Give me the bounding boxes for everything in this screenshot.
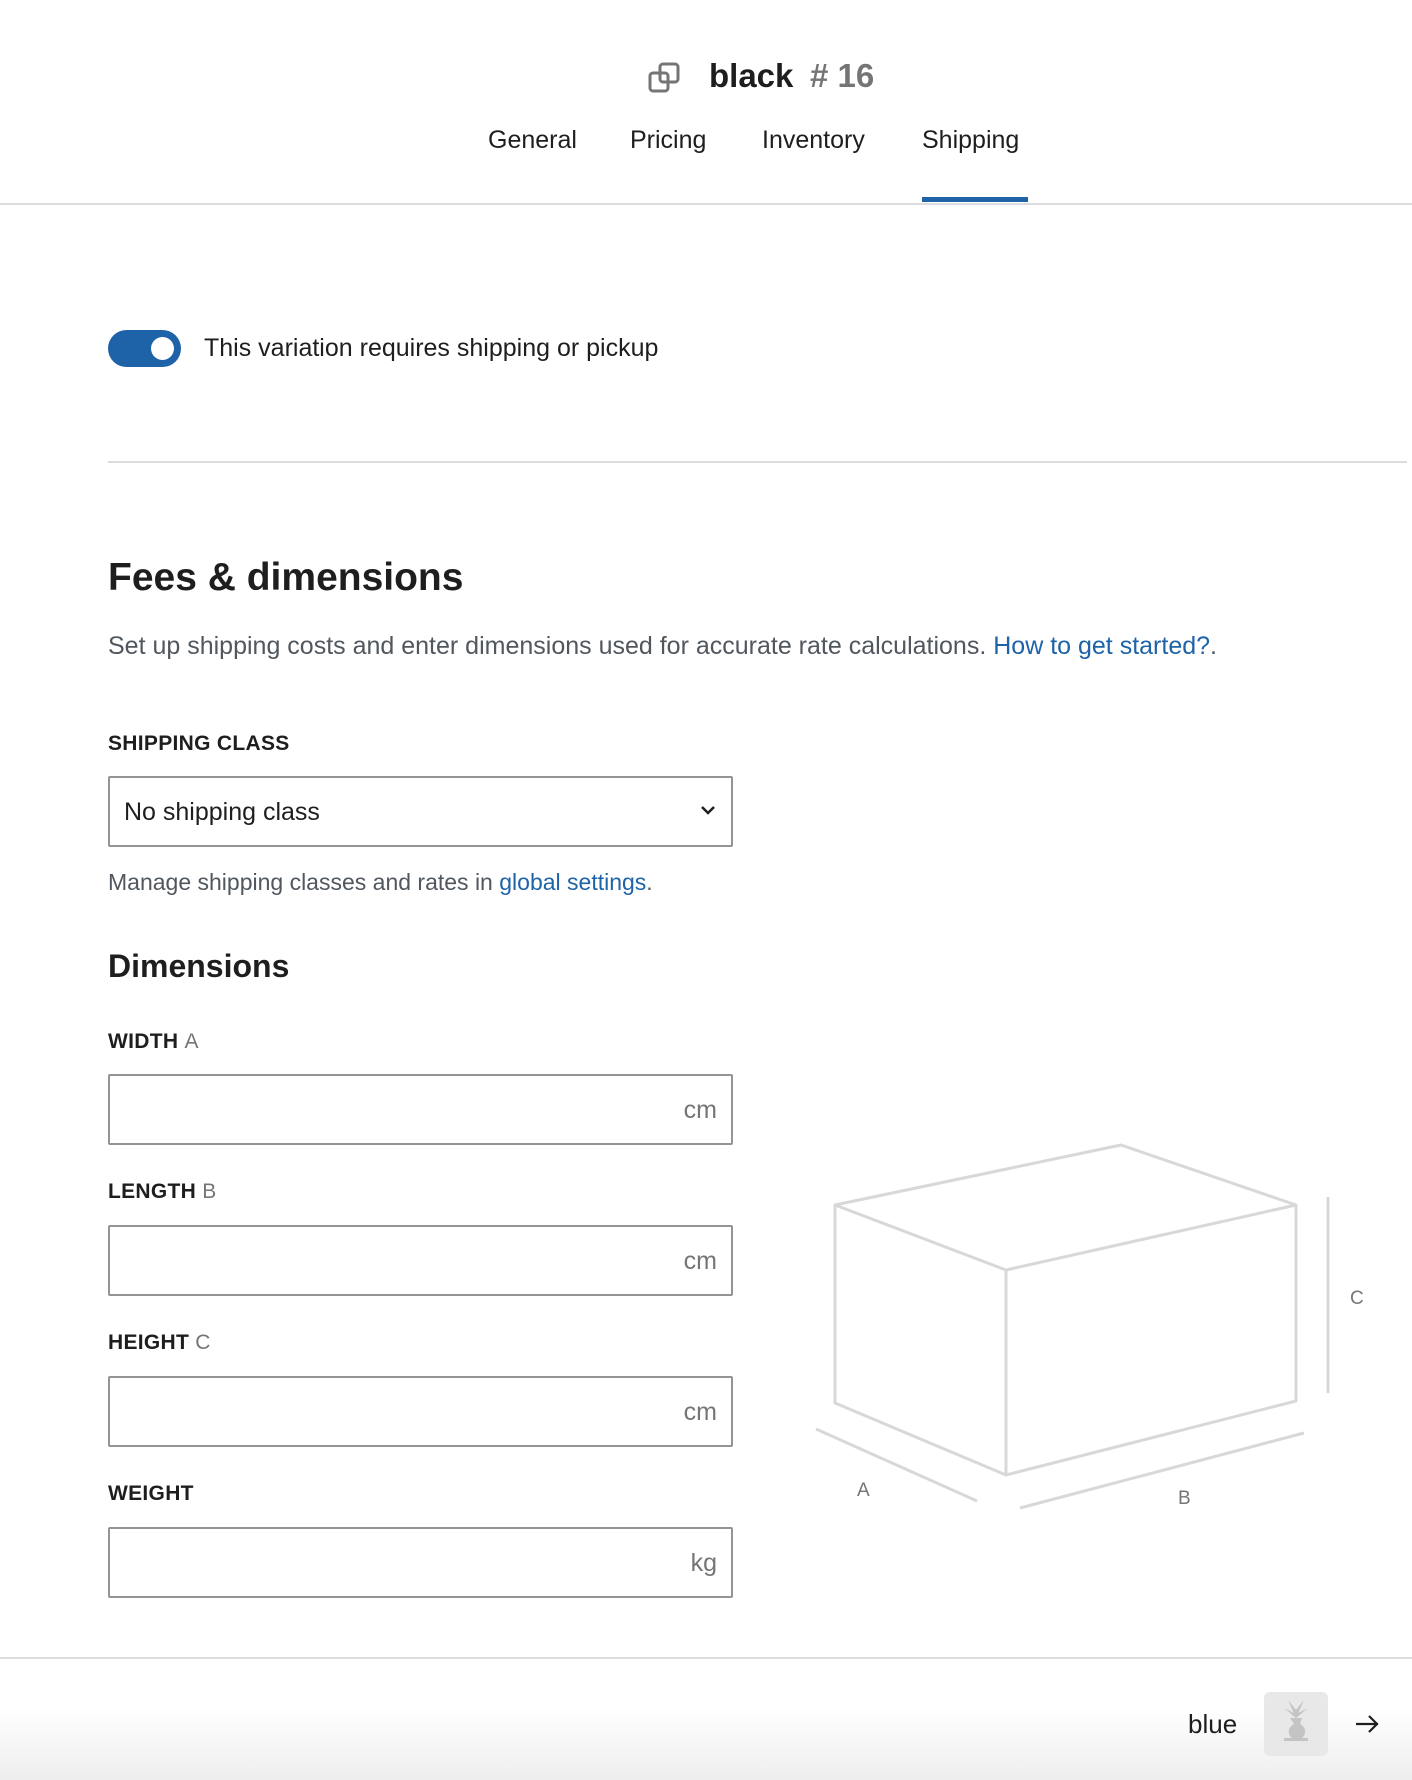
plant-vase-icon bbox=[1284, 1700, 1308, 1741]
diagram-label-b: B bbox=[1178, 1488, 1191, 1509]
box-sides bbox=[833, 1205, 1298, 1477]
next-variation-label[interactable]: blue bbox=[1188, 1709, 1237, 1740]
next-variation-thumbnail[interactable] bbox=[1264, 1692, 1328, 1756]
diagram-label-a: A bbox=[857, 1480, 870, 1501]
box-dimensions-diagram: A B C bbox=[815, 1143, 1364, 1510]
arrow-right-icon[interactable] bbox=[1354, 1713, 1382, 1735]
dimension-line-a bbox=[815, 1427, 978, 1503]
diagram-label-c: C bbox=[1350, 1288, 1364, 1309]
box-top-face bbox=[833, 1143, 1298, 1272]
dimension-line-b bbox=[1019, 1431, 1305, 1510]
